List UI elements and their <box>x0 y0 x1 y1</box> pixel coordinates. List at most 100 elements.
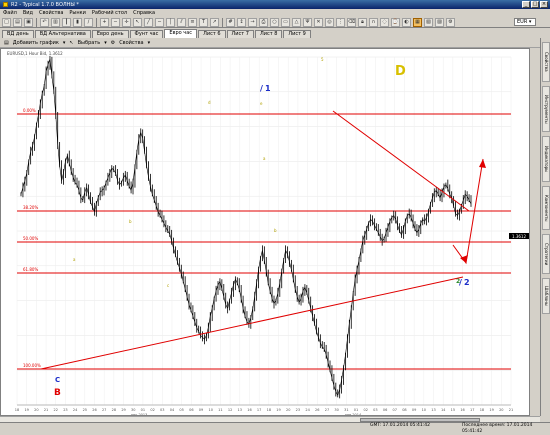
x-tick-label: 26 <box>315 408 319 412</box>
menu-help[interactable]: Справка <box>133 10 155 16</box>
chart-toolbar: ▤ Добавить график ▾ ↖ Выбрать ▾ ⚙ Свойства… <box>0 38 540 48</box>
magnet-icon[interactable]: ∩ <box>369 17 378 27</box>
menu-file[interactable]: Файл <box>3 10 17 16</box>
text-icon[interactable]: T <box>199 17 208 27</box>
tab-sheet[interactable]: Фунт час <box>129 30 164 38</box>
x-tick-label: 30 <box>334 408 338 412</box>
period-d1-icon[interactable]: ▨ <box>435 17 444 27</box>
wave-labels: D1/CB2/2abcd e5ab <box>54 57 470 398</box>
time-zone-icon[interactable]: ⋮ <box>336 17 345 27</box>
side-tab-templates[interactable]: Шаблоны <box>542 278 550 314</box>
color-icon[interactable]: ◐ <box>402 17 411 27</box>
tab-sheet[interactable]: Лист 8 <box>254 30 283 38</box>
wave-sublabel: c <box>167 283 169 288</box>
menu-desktop[interactable]: Рабочий стол <box>92 10 127 16</box>
tab-sheet[interactable]: ВД день <box>2 30 34 38</box>
menu-properties[interactable]: Свойства <box>39 10 63 16</box>
x-tick-label: 12 <box>228 408 232 412</box>
x-tick-label: 07 <box>393 408 397 412</box>
x-tick-label: 15 <box>451 408 455 412</box>
period-icon[interactable]: ⌚ <box>391 17 400 27</box>
hide-icon[interactable]: ◌ <box>380 17 389 27</box>
tab-sheet[interactable]: Лист 6 <box>198 30 226 38</box>
ellipse-icon[interactable]: ○ <box>270 17 279 27</box>
period-h4-icon[interactable]: ▧ <box>424 17 433 27</box>
new-icon[interactable]: □ <box>2 17 11 27</box>
print-icon[interactable]: ⎙ <box>259 17 268 27</box>
x-tick-label: 09 <box>199 408 203 412</box>
axes: 18 19 20 21 22 23 24 25 26 27 28 29 30 01 02 03 04 05 06 09… <box>15 233 529 415</box>
tab-sheet[interactable]: Лист 9 <box>283 30 311 38</box>
menu-markets[interactable]: Рынки <box>69 10 86 16</box>
pitchfork-icon[interactable]: Ψ <box>303 17 312 27</box>
app-icon <box>3 2 8 7</box>
cursor-icon[interactable]: ↖ <box>133 17 142 27</box>
candles-icon[interactable]: ▮ <box>73 17 82 27</box>
tab-sheet-active[interactable]: Евро час <box>164 29 198 38</box>
rectangle-icon[interactable]: ▭ <box>281 17 290 27</box>
x-tick-label: 09 <box>412 408 416 412</box>
tab-sheet[interactable]: ВД Альтернатива <box>34 30 91 38</box>
cycle-icon[interactable]: ◎ <box>325 17 334 27</box>
chart-icon[interactable]: ▥ <box>51 17 60 27</box>
x-tick-label: 11 <box>218 408 222 412</box>
bars-icon[interactable]: ┃ <box>62 17 71 27</box>
channel-icon[interactable]: ⫽ <box>177 17 186 27</box>
window-title: R2 - Typical 1.7.0 ВОЛНЫ * <box>11 1 79 8</box>
symbol-select[interactable]: EUR ▾ <box>514 18 536 26</box>
select-button[interactable]: Выбрать <box>78 40 101 46</box>
x-tick-label: 17 <box>470 408 474 412</box>
side-tab-properties[interactable]: Свойства <box>542 42 550 82</box>
side-tab-strategies[interactable]: Стратегии <box>542 234 550 274</box>
settings-icon[interactable]: ⚙ <box>446 17 455 27</box>
tab-sheet[interactable]: Евро день <box>91 30 129 38</box>
trendline-icon[interactable]: ╱ <box>144 17 153 27</box>
vline-icon[interactable]: │ <box>166 17 175 27</box>
minimize-button[interactable]: _ <box>522 1 530 8</box>
properties-button[interactable]: Свойства <box>119 40 143 46</box>
open-icon[interactable]: ▤ <box>13 17 22 27</box>
wave-sublabel: a <box>73 257 76 262</box>
wave-sublabel: 5 <box>321 57 324 62</box>
zoom-out-icon[interactable]: − <box>111 17 120 27</box>
x-tick-label: 18 <box>480 408 484 412</box>
delete-icon[interactable]: ⌫ <box>347 17 356 27</box>
lock-icon[interactable]: 🔒︎ <box>358 17 367 27</box>
grid-icon[interactable]: # <box>226 17 235 27</box>
x-tick-label: 08 <box>402 408 406 412</box>
wave-sublabel: a <box>263 156 266 161</box>
side-tab-components[interactable]: Компоненты <box>542 186 550 230</box>
line-icon[interactable]: ∕ <box>84 17 93 27</box>
triangle-icon[interactable]: △ <box>292 17 301 27</box>
save-icon[interactable]: ▣ <box>24 17 33 27</box>
x-tick-label: 19 <box>276 408 280 412</box>
select-icon: ↖ <box>69 39 74 46</box>
add-chart-button[interactable]: Добавить график <box>13 40 59 46</box>
maximize-button[interactable]: □ <box>531 1 539 8</box>
wave-label-2: 2 <box>464 278 470 287</box>
gann-icon[interactable]: ✕ <box>314 17 323 27</box>
arrow-icon[interactable]: ↗ <box>210 17 219 27</box>
x-tick-label: 02 <box>363 408 367 412</box>
scale-icon[interactable]: ↕ <box>237 17 246 27</box>
undo-icon[interactable]: ↶ <box>40 17 49 27</box>
crosshair-icon[interactable]: ✛ <box>122 17 131 27</box>
x-tick-label: 16 <box>247 408 251 412</box>
fibo-icon[interactable]: ≡ <box>188 17 197 27</box>
side-tab-instruments[interactable]: Инструменты <box>542 86 550 132</box>
zoom-in-icon[interactable]: + <box>100 17 109 27</box>
x-tick-label: 04 <box>170 408 175 412</box>
tab-sheet[interactable]: Лист 7 <box>226 30 254 38</box>
autoscroll-icon[interactable]: → <box>248 17 257 27</box>
hline-icon[interactable]: ─ <box>155 17 164 27</box>
price-chart[interactable]: 0.00%38.20%50.00%61.80%100.00% D1/CB2/2a… <box>1 49 530 416</box>
menu-view[interactable]: Вид <box>23 10 33 16</box>
chart-area[interactable]: 0.00% 38.20% 50.00% 61.80% 100.00% D 1/C B 2/2 a… <box>0 48 530 416</box>
x-tick-label: 29 <box>121 408 125 412</box>
fibo-level-label: 100.00% <box>23 363 41 368</box>
x-tick-label: 19 <box>24 408 28 412</box>
x-tick-label: 18 <box>267 408 271 412</box>
side-tab-indicators[interactable]: Индикаторы <box>542 136 550 182</box>
close-button[interactable]: × <box>540 1 548 8</box>
period-h1-icon[interactable]: ▦ <box>413 17 422 27</box>
